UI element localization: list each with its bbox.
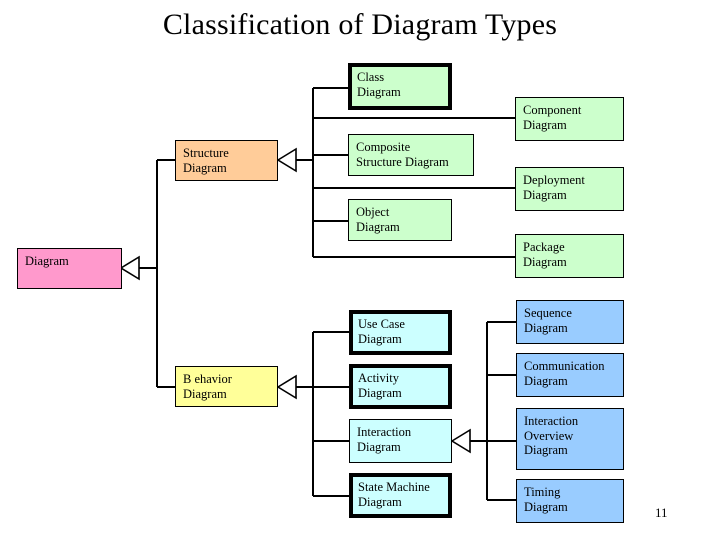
node-sequence-diagram-line1: Sequence (524, 306, 572, 320)
node-interaction-diagram[interactable]: Interaction Diagram (349, 419, 452, 463)
node-class-diagram[interactable]: Class Diagram (348, 63, 452, 110)
node-class-diagram-line2: Diagram (357, 84, 401, 99)
node-deployment-diagram-line2: Diagram (523, 187, 567, 202)
node-interaction-overview-diagram[interactable]: Interaction Overview Diagram (516, 408, 624, 470)
page-title: Classification of Diagram Types (162, 8, 558, 41)
node-structure-diagram-line1: Structure (183, 146, 229, 160)
node-interaction-overview-diagram-line2: Overview (524, 428, 574, 443)
node-interaction-diagram-line2: Diagram (357, 439, 401, 454)
node-communication-diagram-line1: Communication (524, 359, 605, 373)
node-timing-diagram-line2: Diagram (524, 499, 568, 514)
generalization-arrow-behavior (276, 374, 297, 400)
node-behavior-diagram[interactable]: B ehavior Diagram (175, 366, 278, 407)
node-interaction-overview-diagram-line3: Diagram (524, 443, 568, 457)
node-class-diagram-line1: Class (357, 70, 385, 84)
node-sequence-diagram-line2: Diagram (524, 320, 568, 335)
node-state-machine-diagram-line1: State Machine (358, 480, 430, 494)
node-package-diagram-line1: Package (523, 240, 565, 254)
node-package-diagram-line2: Diagram (523, 254, 567, 269)
node-use-case-diagram[interactable]: Use Case Diagram (349, 310, 452, 355)
node-object-diagram-line1: Object (356, 205, 390, 219)
node-communication-diagram[interactable]: Communication Diagram (516, 353, 624, 397)
node-composite-structure-diagram[interactable]: Composite Structure Diagram (348, 134, 474, 176)
node-diagram-line1: Diagram (25, 254, 69, 268)
node-structure-diagram-line2: Diagram (183, 160, 227, 175)
node-communication-diagram-line2: Diagram (524, 373, 568, 388)
node-sequence-diagram[interactable]: Sequence Diagram (516, 300, 624, 344)
node-timing-diagram[interactable]: Timing Diagram (516, 479, 624, 523)
node-state-machine-diagram[interactable]: State Machine Diagram (349, 473, 452, 518)
node-interaction-diagram-line1: Interaction (357, 425, 412, 439)
node-use-case-diagram-line1: Use Case (358, 317, 405, 331)
node-behavior-diagram-line2: Diagram (183, 386, 227, 401)
node-composite-structure-diagram-line2: Structure Diagram (356, 154, 449, 169)
generalization-arrow-root (119, 255, 140, 281)
generalization-arrow-structure (276, 147, 297, 173)
node-component-diagram[interactable]: Component Diagram (515, 97, 624, 141)
slide-canvas: Classification of Diagram Types Diagram … (0, 0, 720, 540)
node-component-diagram-line2: Diagram (523, 117, 567, 132)
node-activity-diagram[interactable]: Activity Diagram (349, 364, 452, 409)
node-component-diagram-line1: Component (523, 103, 582, 117)
node-object-diagram[interactable]: Object Diagram (348, 199, 452, 241)
node-composite-structure-diagram-line1: Composite (356, 140, 411, 154)
node-package-diagram[interactable]: Package Diagram (515, 234, 624, 278)
page-number: 11 (655, 505, 668, 520)
node-activity-diagram-line2: Diagram (358, 385, 402, 400)
node-activity-diagram-line1: Activity (358, 371, 399, 385)
generalization-arrow-interaction (450, 428, 471, 454)
node-deployment-diagram[interactable]: Deployment Diagram (515, 167, 624, 211)
node-state-machine-diagram-line2: Diagram (358, 494, 402, 509)
node-deployment-diagram-line1: Deployment (523, 173, 585, 187)
node-object-diagram-line2: Diagram (356, 219, 400, 234)
node-use-case-diagram-line2: Diagram (358, 331, 402, 346)
node-interaction-overview-diagram-line1: Interaction (524, 414, 579, 428)
node-behavior-diagram-line1: B ehavior (183, 372, 232, 386)
node-diagram[interactable]: Diagram (17, 248, 122, 289)
node-timing-diagram-line1: Timing (524, 485, 561, 499)
node-structure-diagram[interactable]: Structure Diagram (175, 140, 278, 181)
